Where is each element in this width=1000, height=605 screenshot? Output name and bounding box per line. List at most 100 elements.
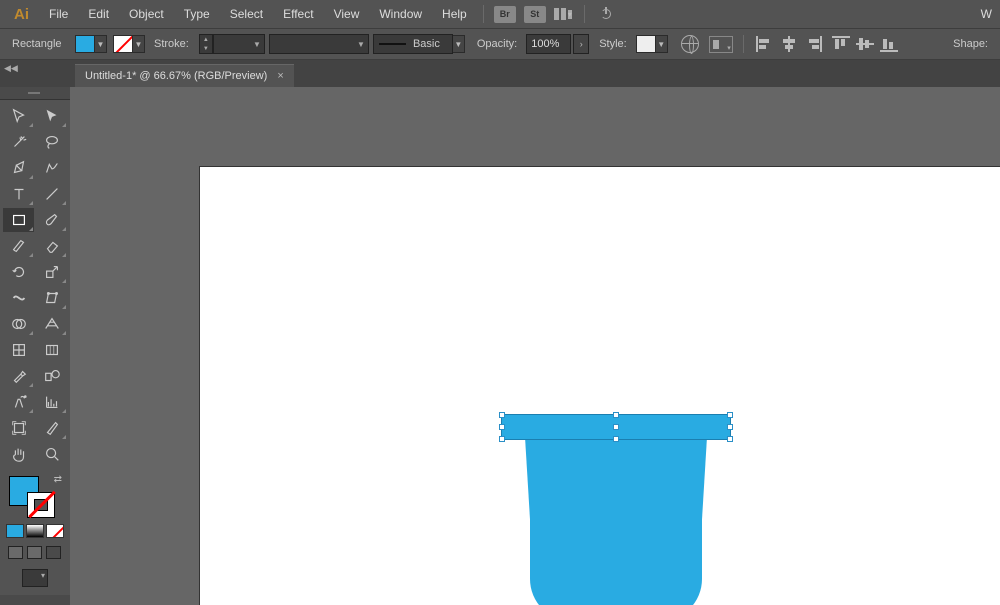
graphic-style-swatch[interactable]: ▼ [636, 35, 668, 53]
mesh-tool[interactable] [3, 338, 34, 362]
fill-swatch[interactable]: ▼ [75, 35, 107, 53]
align-left-icon[interactable] [756, 36, 774, 52]
direct-selection-tool[interactable] [36, 104, 67, 128]
gpu-preview-icon[interactable] [597, 7, 615, 21]
none-mode-icon[interactable] [46, 524, 64, 538]
menu-edit[interactable]: Edit [78, 7, 119, 21]
resize-handle-icon[interactable] [499, 424, 505, 430]
resize-handle-icon[interactable] [727, 412, 733, 418]
screen-mode-button[interactable] [22, 569, 48, 587]
align-hcenter-icon[interactable] [780, 36, 798, 52]
menu-view[interactable]: View [324, 7, 370, 21]
brush-definition[interactable]: Basic ▼ [373, 34, 465, 54]
draw-inside-icon[interactable] [46, 546, 61, 559]
align-buttons-horizontal [756, 36, 822, 52]
menu-type[interactable]: Type [174, 7, 220, 21]
menu-help[interactable]: Help [432, 7, 477, 21]
resize-handle-icon[interactable] [613, 412, 619, 418]
column-graph-tool[interactable] [36, 390, 67, 414]
eyedropper-tool[interactable] [3, 364, 34, 388]
width-tool[interactable] [3, 286, 34, 310]
selected-rectangle[interactable] [502, 415, 730, 439]
bridge-icon[interactable]: Br [494, 6, 516, 23]
stroke-label[interactable]: Stroke: [148, 38, 195, 50]
resize-handle-icon[interactable] [499, 436, 505, 442]
arrange-documents-icon[interactable]: ▾ [554, 7, 574, 21]
canvas-area[interactable] [70, 87, 1000, 605]
artboard-tool[interactable] [3, 416, 34, 440]
line-tool[interactable] [36, 182, 67, 206]
gradient-tool[interactable] [36, 338, 67, 362]
lasso-tool[interactable] [36, 130, 67, 154]
free-transform-tool[interactable] [36, 286, 67, 310]
draw-normal-icon[interactable] [8, 546, 23, 559]
chevron-down-icon[interactable]: ▼ [453, 35, 465, 53]
rectangle-tool[interactable] [3, 208, 34, 232]
selection-tool[interactable] [3, 104, 34, 128]
shape-builder-tool[interactable] [3, 312, 34, 336]
curvature-tool[interactable] [36, 156, 67, 180]
tools-panel-grip[interactable] [0, 87, 70, 100]
blend-tool[interactable] [36, 364, 67, 388]
align-right-icon[interactable] [804, 36, 822, 52]
opacity-chevron-icon[interactable]: › [573, 34, 589, 54]
align-top-icon[interactable] [832, 36, 850, 52]
slice-tool[interactable] [36, 416, 67, 440]
basic-brush-icon: Basic [373, 34, 453, 54]
swap-fill-stroke-icon[interactable]: ⇄ [54, 474, 62, 485]
pencil-tool[interactable] [3, 234, 34, 258]
stock-icon[interactable]: St [524, 6, 546, 23]
draw-mode-row [3, 542, 67, 561]
menu-effect[interactable]: Effect [273, 7, 323, 21]
separator [483, 5, 484, 23]
align-bottom-icon[interactable] [880, 36, 898, 52]
color-mode-icon[interactable] [6, 524, 24, 538]
application-menubar: Ai File Edit Object Type Select Effect V… [0, 0, 1000, 28]
eraser-tool[interactable] [36, 234, 67, 258]
resize-handle-icon[interactable] [499, 412, 505, 418]
rotate-tool[interactable] [3, 260, 34, 284]
resize-handle-icon[interactable] [613, 436, 619, 442]
style-label[interactable]: Style: [593, 38, 633, 50]
artwork-bucket-shape[interactable] [530, 437, 702, 605]
align-vcenter-icon[interactable] [856, 36, 874, 52]
menu-object[interactable]: Object [119, 7, 174, 21]
hand-tool[interactable] [3, 442, 34, 466]
document-tab[interactable]: Untitled-1* @ 66.67% (RGB/Preview) × [75, 64, 294, 87]
center-handle-icon[interactable] [613, 424, 619, 430]
symbol-sprayer-tool[interactable] [3, 390, 34, 414]
resize-handle-icon[interactable] [727, 436, 733, 442]
perspective-grid-tool[interactable] [36, 312, 67, 336]
resize-handle-icon[interactable] [727, 424, 733, 430]
stroke-weight-dropdown[interactable]: ▼ [213, 34, 265, 54]
zoom-tool[interactable] [36, 442, 67, 466]
document-tab-title: Untitled-1* @ 66.67% (RGB/Preview) [85, 70, 267, 82]
fill-stroke-control[interactable]: ⇄ [3, 472, 67, 520]
menu-select[interactable]: Select [220, 7, 273, 21]
paintbrush-tool[interactable] [36, 208, 67, 232]
spinner-icon[interactable]: ▲▼ [199, 34, 213, 54]
gradient-mode-icon[interactable] [26, 524, 44, 538]
recolor-artwork-icon[interactable] [681, 35, 699, 53]
stroke-swatch[interactable]: ▼ [113, 35, 145, 53]
pen-tool[interactable] [3, 156, 34, 180]
stroke-proxy-icon[interactable] [27, 492, 55, 518]
variable-width-dropdown[interactable]: ▼ [269, 34, 369, 54]
opacity-input[interactable]: 100% [526, 34, 571, 54]
close-tab-icon[interactable]: × [277, 70, 283, 82]
shape-label[interactable]: Shape: [947, 38, 994, 50]
chevron-down-icon[interactable]: ▼ [95, 35, 107, 53]
draw-behind-icon[interactable] [27, 546, 42, 559]
menu-window[interactable]: Window [369, 7, 432, 21]
opacity-label[interactable]: Opacity: [471, 38, 523, 50]
menu-file[interactable]: File [39, 7, 78, 21]
type-tool[interactable] [3, 182, 34, 206]
collapse-panel-icon[interactable]: ◀◀ [4, 63, 18, 74]
chevron-down-icon[interactable]: ▼ [133, 35, 145, 53]
magic-wand-tool[interactable] [3, 130, 34, 154]
selection-kind-label: Rectangle [6, 38, 72, 50]
chevron-down-icon[interactable]: ▼ [656, 35, 668, 53]
stroke-weight-field[interactable]: ▲▼ ▼ [199, 34, 265, 54]
align-to-icon[interactable]: ▾ [709, 36, 733, 53]
scale-tool[interactable] [36, 260, 67, 284]
